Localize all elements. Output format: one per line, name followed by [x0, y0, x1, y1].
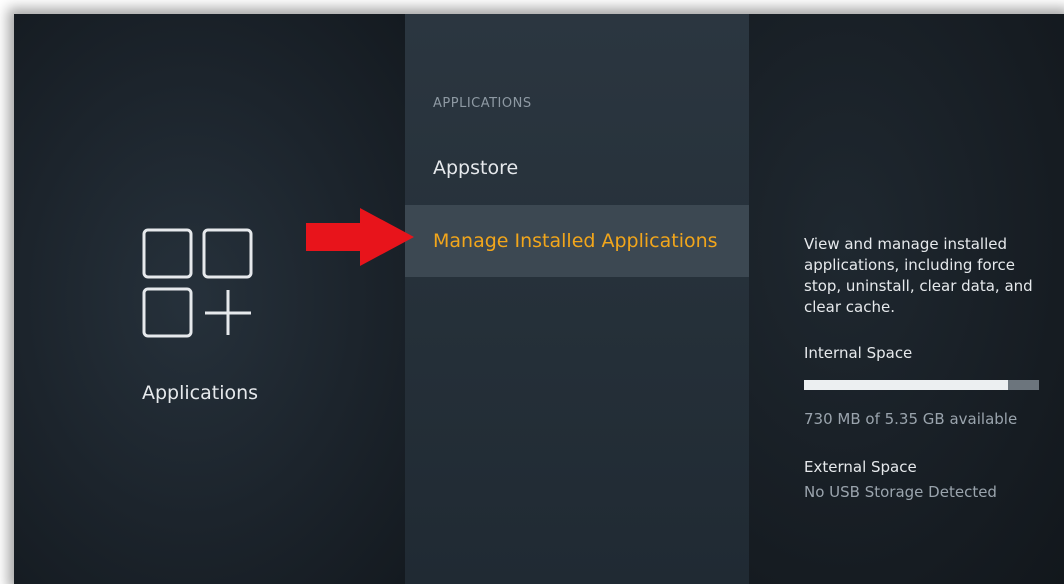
details-panel: View and manage installed applications, … — [749, 14, 1064, 584]
menu-item-appstore[interactable]: Appstore — [405, 132, 749, 204]
internal-space-bar-fill — [804, 380, 1009, 390]
menu-item-label: Appstore — [433, 157, 519, 179]
internal-space-value: 730 MB of 5.35 GB available — [804, 410, 1018, 428]
internal-space-label: Internal Space — [804, 344, 913, 362]
category-title: Applications — [142, 382, 259, 404]
external-space-label: External Space — [804, 458, 917, 476]
menu-section-header: APPLICATIONS — [433, 96, 532, 111]
menu-item-manage-installed-applications[interactable]: Manage Installed Applications — [405, 205, 749, 277]
category-panel: Applications — [14, 14, 405, 584]
red-arrow-icon — [306, 208, 414, 266]
external-space-value: No USB Storage Detected — [804, 483, 997, 501]
internal-space-bar — [804, 380, 1039, 390]
apps-grid-icon — [142, 228, 253, 338]
menu-item-label: Manage Installed Applications — [433, 230, 718, 252]
applications-menu: APPLICATIONS Appstore Manage Installed A… — [405, 14, 749, 584]
fire-tv-settings-screen: Applications APPLICATIONS Appstore Manag… — [14, 14, 1064, 584]
item-description: View and manage installed applications, … — [804, 235, 1033, 316]
